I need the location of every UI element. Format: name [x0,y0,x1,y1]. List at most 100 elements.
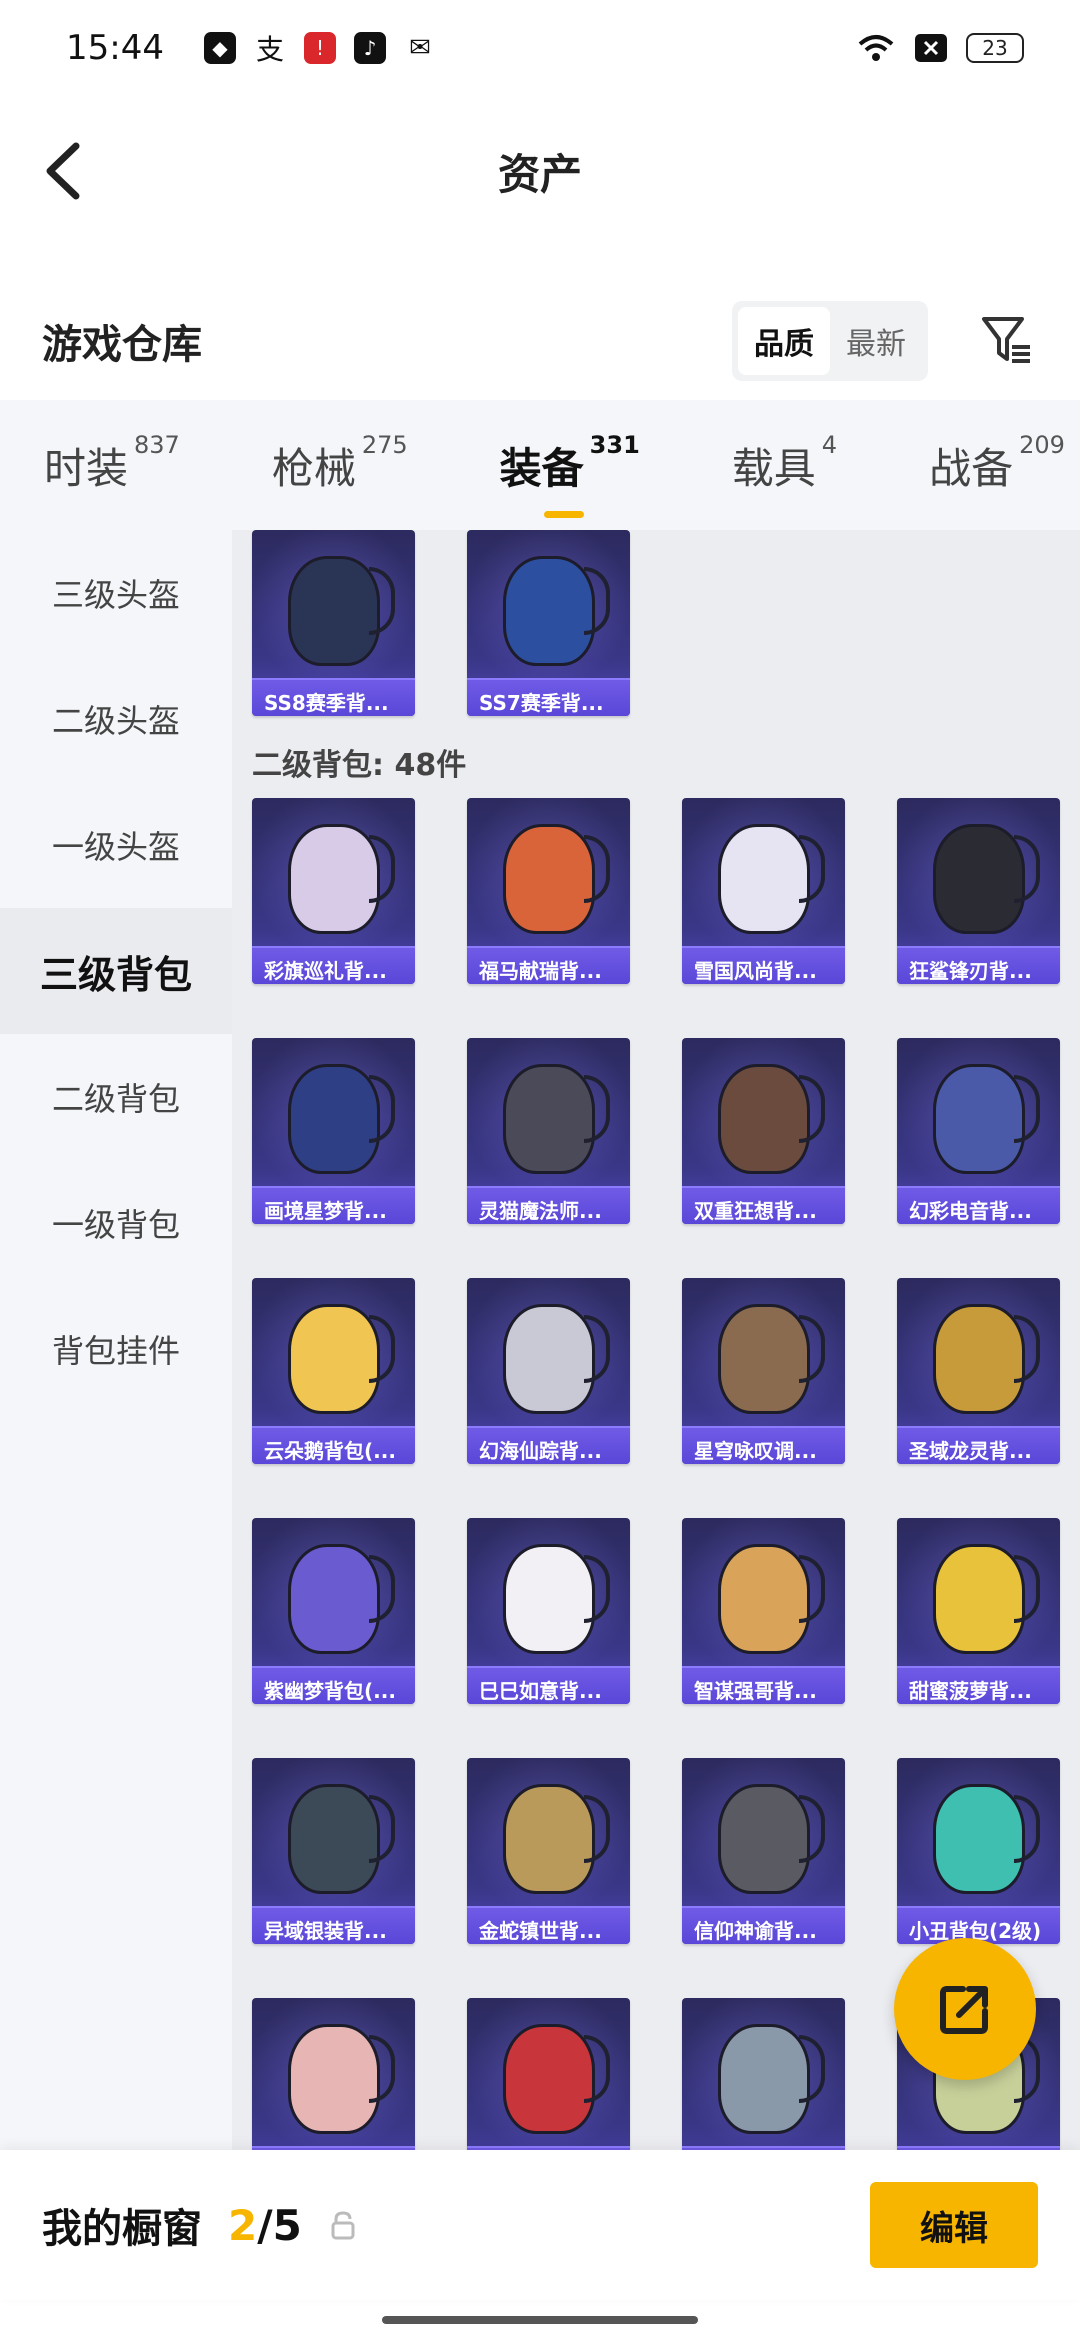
backpack-image [933,1544,1040,1654]
sidebar-item-level2-helmet[interactable]: 二级头盔 [0,656,232,782]
item-card[interactable]: 金蛇镇世背... [467,1758,630,1944]
wifi-icon [858,35,894,61]
tab-count: 209 [1019,430,1065,459]
item-card[interactable]: 双重狂想背... [682,1038,845,1224]
backpack-image [933,1784,1040,1894]
filter-icon[interactable] [978,311,1038,371]
item-card[interactable]: SS7赛季背... [467,530,630,716]
item-name: SS7赛季背... [467,678,630,716]
item-card[interactable]: 狂鲨锋刃背... [897,798,1060,984]
group-label: 二级背包: 48件 [252,748,467,783]
backpack-image [503,1784,610,1894]
backpack-image [503,1304,610,1414]
tiktok-icon: ♪ [353,32,386,64]
item-card[interactable]: 彩旗巡礼背... [252,798,415,984]
tab-label: 战备 [929,443,1014,493]
item-name: 金蛇镇世背... [467,1906,630,1944]
item-card[interactable]: 信仰神谕背... [682,1758,845,1944]
wechat-icon: ✉ [403,32,436,64]
section-title: 游戏仓库 [42,322,202,368]
tab-count: 275 [361,430,408,459]
sidebar-item-backpack-charm[interactable]: 背包挂件 [0,1286,232,1412]
item-card[interactable]: 星穹咏叹调... [682,1278,845,1464]
item-name: 画境星梦背... [252,1186,415,1224]
status-bar: 15:44 ◆ 支 ! ♪ ✉ 23 [0,0,1080,96]
tab-fashion[interactable]: 时装 837 [44,431,180,496]
backpack-image [288,2024,395,2134]
sidebar-item-level3-backpack[interactable]: 三级背包 [0,908,232,1034]
item-card[interactable]: 画境星梦背... [252,1038,415,1224]
item-card[interactable]: SS8赛季背... [252,530,415,716]
tab-label: 装备 [499,443,584,493]
backpack-image [288,1304,395,1414]
item-name: 紫幽梦背包(... [252,1666,415,1704]
share-button[interactable] [894,1938,1036,2080]
backpack-image [503,1064,610,1174]
sidebar-item-level2-backpack[interactable]: 二级背包 [0,1034,232,1160]
item-card[interactable]: 智谋强哥背... [682,1518,845,1704]
item-card[interactable]: 异域银装背... [252,1758,415,1944]
red-app-icon: ! [303,32,336,64]
sidebar-item-level1-backpack[interactable]: 一级背包 [0,1160,232,1286]
edit-button[interactable]: 编辑 [870,2182,1038,2268]
backpack-image [288,1544,395,1654]
item-card[interactable]: 紫幽梦背包(... [252,1518,415,1704]
tab-label: 时装 [44,443,129,493]
item-card[interactable]: 幻彩电音背... [897,1038,1060,1224]
item-name: 幻彩电音背... [897,1186,1060,1224]
item-card[interactable]: 香槟花海背... [252,1998,415,2150]
status-app-icons: ◆ 支 ! ♪ ✉ [203,32,436,66]
tab-count: 331 [589,430,640,459]
status-right: 23 [856,32,1024,64]
tab-equipment[interactable]: 装备 331 [499,431,640,518]
backpack-image [718,1544,825,1654]
backpack-image [288,556,395,666]
item-name: 云朵鹅背包(... [252,1426,415,1464]
alipay-icon: 支 [253,32,286,66]
active-tab-indicator [543,510,584,518]
item-card[interactable]: 巳巳如意背... [467,1518,630,1704]
item-name: 巳巳如意背... [467,1666,630,1704]
app-header: 资产 [0,96,1080,246]
item-card[interactable]: 雪国风尚背... [682,798,845,984]
backpack-image [718,1064,825,1174]
sort-switch: 品质 最新 [732,301,928,381]
item-card[interactable]: 云朵鹅背包(... [252,1278,415,1464]
backpack-image [718,2024,825,2134]
tab-combat-supplies[interactable]: 战备 209 [929,431,1065,496]
item-card[interactable]: 甜蜜菠萝背... [897,1518,1060,1704]
item-card[interactable]: 小丑背包(2级) [897,1758,1060,1944]
sidebar-item-level3-helmet[interactable]: 三级头盔 [0,530,232,656]
item-card[interactable]: 幻海仙踪背... [467,1278,630,1464]
backpack-image [503,556,610,666]
tab-label: 载具 [731,443,816,493]
battery-indicator: 23 [966,33,1024,63]
sort-option-quality[interactable]: 品质 [738,307,830,375]
item-name: 异域银装背... [252,1906,415,1944]
showcase-title: 我的橱窗 [42,2206,202,2252]
item-name: 狂鲨锋刃背... [897,946,1060,984]
tab-firearms[interactable]: 枪械 275 [272,431,408,496]
item-name: 幻海仙踪背... [467,1426,630,1464]
item-card[interactable]: 福马献瑞背... [467,798,630,984]
back-arrow-icon[interactable] [36,136,96,206]
showcase-count-separator: / [257,2200,273,2250]
item-card[interactable]: 灵猫魔法师... [467,1038,630,1224]
sort-option-newest[interactable]: 最新 [830,307,922,375]
sidebar-item-level1-helmet[interactable]: 一级头盔 [0,782,232,908]
backpack-image [933,1064,1040,1174]
item-card[interactable]: 糖糖蔷薇背... [467,1998,630,2150]
item-card[interactable]: 未来领航者... [682,1998,845,2150]
showcase-count-current: 2 [228,2200,258,2250]
tab-vehicles[interactable]: 载具 4 [731,431,837,496]
backpack-image [288,824,395,934]
item-card[interactable]: 圣域龙灵背... [897,1278,1060,1464]
showcase-bar: 我的橱窗 2 / 5 编辑 [0,2150,1080,2300]
item-name: 甜蜜菠萝背... [897,1666,1060,1704]
status-time: 15:44 [66,28,164,68]
section-header: 游戏仓库 品质 最新 [0,296,1080,386]
backpack-image [288,1784,395,1894]
item-name: 星穹咏叹调... [682,1426,845,1464]
tab-count: 4 [821,430,838,459]
item-grid-area: SS8赛季背... SS7赛季背... 二级背包: 48件 彩旗巡礼背... 福马… [232,530,1080,2150]
